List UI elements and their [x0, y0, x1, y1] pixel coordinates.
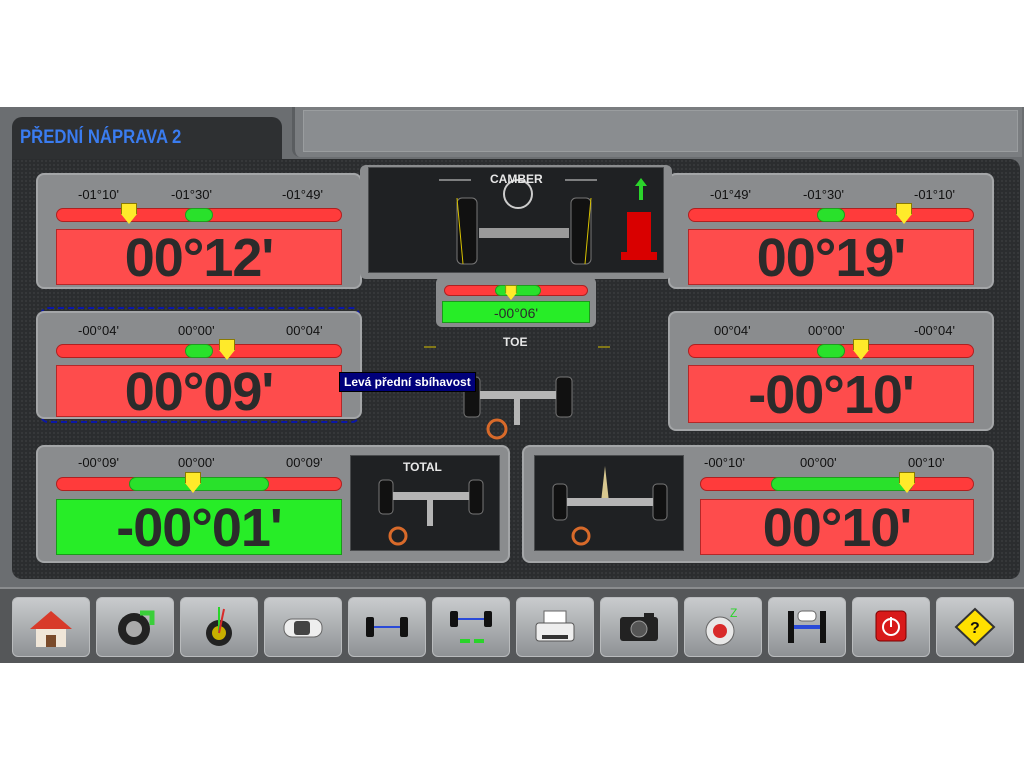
main-panel: -01°10' -01°30' -01°49' 00°12' -01°49' -… — [12, 159, 1020, 579]
alignment-screen: PŘEDNÍ NÁPRAVA 2 -01°10' -01°30' -01°49'… — [0, 107, 1024, 663]
value-marker — [185, 472, 201, 494]
toe-left-card[interactable]: -00°04' 00°00' 00°04' 00°09' — [36, 311, 362, 419]
lift-button[interactable] — [768, 597, 846, 657]
camber-right-scale: -01°49' -01°30' -01°10' — [670, 187, 992, 202]
value-marker — [505, 285, 517, 300]
scale-mid: 00°00' — [808, 323, 845, 338]
value-marker — [899, 472, 915, 494]
camber-left-gauge — [56, 203, 342, 224]
value-marker — [121, 203, 137, 225]
power-icon — [875, 610, 907, 642]
toe-right-scale: 00°04' 00°00' -00°04' — [670, 323, 992, 338]
total-left-value: -00°01' — [56, 499, 342, 556]
tooltip: Levá přední sbíhavost — [339, 372, 476, 392]
toe-left-scale: -00°04' 00°00' 00°04' — [38, 323, 360, 338]
toe-label: TOE — [503, 335, 528, 349]
total-right-scale: -00°10' 00°00' 00°10' — [682, 455, 992, 470]
tolerance-zone — [817, 344, 845, 358]
scale-min: -01°10' — [78, 187, 119, 202]
bottom-toolbar: Z ? — [0, 587, 1024, 663]
total-left-card[interactable]: -00°09' 00°00' 00°09' -00°01' TOTAL — [36, 445, 510, 563]
scale-mid: -01°30' — [171, 187, 212, 202]
total-right-diagram — [534, 455, 684, 551]
power-button[interactable] — [852, 597, 930, 657]
tolerance-zone — [185, 208, 213, 222]
camera-icon — [620, 613, 658, 641]
camber-cross-card: -00°06' — [436, 277, 596, 327]
scale-max: -00°04' — [914, 323, 955, 338]
sleep-sensor-icon: Z — [705, 606, 737, 646]
scale-max: -01°49' — [282, 187, 323, 202]
toe-left-value: 00°09' — [56, 365, 342, 419]
tolerance-zone — [185, 344, 213, 358]
scale-max: 00°09' — [286, 455, 323, 470]
value-marker — [896, 203, 912, 225]
tolerance-zone — [495, 285, 541, 296]
camber-diagram: CAMBER — [368, 167, 664, 273]
wheel-change-icon — [118, 610, 155, 645]
scale-mid: 00°00' — [178, 323, 215, 338]
camber-right-card[interactable]: -01°49' -01°30' -01°10' 00°19' — [668, 173, 994, 289]
camber-left-value: 00°12' — [56, 229, 342, 286]
thrust-axle-diagram — [552, 466, 668, 546]
scale-min: -00°04' — [78, 323, 119, 338]
camber-label: CAMBER — [490, 172, 543, 186]
home-button[interactable] — [12, 597, 90, 657]
home-icon — [30, 611, 72, 647]
axle-measure-button[interactable] — [348, 597, 426, 657]
car-top-icon — [283, 618, 323, 638]
scale-mid: -01°30' — [803, 187, 844, 202]
scale-mid: 00°00' — [800, 455, 837, 470]
top-status-bar — [292, 107, 1022, 157]
caster-wheel-icon — [206, 607, 232, 646]
page-title: PŘEDNÍ NÁPRAVA 2 — [20, 127, 182, 148]
scale-max: 00°10' — [908, 455, 945, 470]
toe-right-gauge — [688, 339, 974, 360]
camber-left-card[interactable]: -01°10' -01°30' -01°49' 00°12' — [36, 173, 362, 289]
lift-icon — [788, 610, 826, 643]
camber-right-gauge — [688, 203, 974, 224]
toe-right-value: -00°10' — [688, 365, 974, 424]
svg-text:Z: Z — [730, 606, 737, 620]
axle-adjust-icon — [450, 611, 492, 643]
help-button[interactable]: ? — [936, 597, 1014, 657]
axle-icon — [366, 617, 408, 637]
wheel-change-button[interactable] — [96, 597, 174, 657]
scale-min: -01°49' — [710, 187, 751, 202]
total-label: TOTAL — [403, 460, 442, 474]
print-button[interactable] — [516, 597, 594, 657]
svg-text:?: ? — [970, 620, 980, 637]
scale-min: 00°04' — [714, 323, 751, 338]
axle-adjust-button[interactable] — [432, 597, 510, 657]
help-icon: ? — [954, 607, 996, 647]
tolerance-zone — [817, 208, 845, 222]
caster-button[interactable] — [180, 597, 258, 657]
scale-min: -00°10' — [704, 455, 745, 470]
value-marker — [853, 339, 869, 361]
scale-min: -00°09' — [78, 455, 119, 470]
camber-cross-value: -00°06' — [442, 301, 590, 323]
value-marker — [219, 339, 235, 361]
top-status-bar-inner — [303, 110, 1018, 152]
camber-right-value: 00°19' — [688, 229, 974, 286]
vehicle-select-button[interactable] — [264, 597, 342, 657]
total-right-card[interactable]: -00°10' 00°00' 00°10' 00°10' — [522, 445, 994, 563]
scale-max: 00°04' — [286, 323, 323, 338]
total-left-gauge — [56, 472, 342, 493]
camber-cross-gauge — [444, 285, 588, 300]
tolerance-zone — [771, 477, 913, 491]
scale-mid: 00°00' — [178, 455, 215, 470]
printer-icon — [535, 610, 575, 642]
total-right-value: 00°10' — [700, 499, 974, 556]
total-diagram: TOTAL — [350, 455, 500, 551]
scale-max: -01°10' — [914, 187, 955, 202]
toe-right-card[interactable]: 00°04' 00°00' -00°04' -00°10' — [668, 311, 994, 431]
camera-button[interactable] — [600, 597, 678, 657]
total-right-gauge — [700, 472, 974, 493]
sensor-sleep-button[interactable]: Z — [684, 597, 762, 657]
toe-left-gauge — [56, 339, 342, 360]
camber-left-scale: -01°10' -01°30' -01°49' — [38, 187, 360, 202]
